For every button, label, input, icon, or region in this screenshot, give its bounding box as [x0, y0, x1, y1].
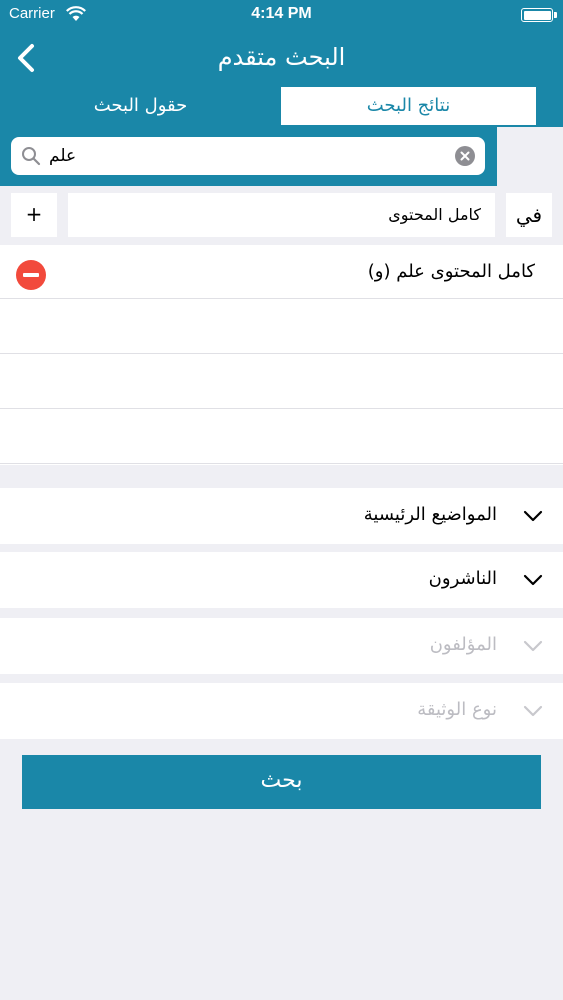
clear-icon[interactable]	[455, 146, 475, 166]
status-time: 4:14 PM	[251, 5, 312, 22]
search-bar-spacer	[497, 127, 563, 186]
filter-row: + كامل المحتوى في	[0, 186, 563, 244]
section-publishers[interactable]: الناشرون	[0, 552, 563, 608]
status-bar: Carrier 4:14 PM	[0, 0, 563, 30]
criteria-row-empty	[0, 355, 563, 409]
section-label: المواضيع الرئيسية	[363, 504, 497, 525]
chevron-down-icon	[523, 640, 543, 652]
close-icon	[460, 151, 470, 161]
tab-search-results[interactable]: نتائج البحث	[281, 87, 536, 127]
search-icon	[22, 147, 41, 166]
chevron-down-icon	[523, 510, 543, 522]
section-label: نوع الوثيقة	[417, 699, 497, 720]
section-label: الناشرون	[428, 568, 497, 589]
remove-icon[interactable]	[16, 260, 46, 290]
section-authors: المؤلفون	[0, 618, 563, 674]
search-input[interactable]	[49, 141, 449, 171]
search-button[interactable]: بحث	[22, 755, 541, 809]
tab-search-fields[interactable]: حقول البحث	[0, 87, 281, 127]
page-title: البحث متقدم	[217, 43, 346, 71]
tab-bar: نتائج البحث حقول البحث	[0, 87, 563, 127]
criteria-row-empty	[0, 300, 563, 354]
add-criteria-button[interactable]: +	[11, 193, 57, 237]
section-document-type: نوع الوثيقة	[0, 683, 563, 739]
criteria-list: (و) كامل المحتوى علم	[0, 245, 563, 465]
search-box	[11, 137, 485, 175]
section-label: المؤلفون	[429, 634, 497, 655]
chevron-down-icon	[523, 574, 543, 586]
criteria-row-empty	[0, 410, 563, 464]
search-bar	[0, 127, 497, 186]
chevron-down-icon	[523, 705, 543, 717]
criteria-row: (و) كامل المحتوى علم	[0, 245, 563, 299]
in-label: في	[506, 193, 552, 237]
battery-icon	[521, 8, 557, 22]
field-selector[interactable]: كامل المحتوى	[68, 193, 495, 237]
section-main-topics[interactable]: المواضيع الرئيسية	[0, 488, 563, 544]
criteria-text: (و) كامل المحتوى علم	[367, 261, 535, 282]
navigation-bar: البحث متقدم	[0, 30, 563, 87]
